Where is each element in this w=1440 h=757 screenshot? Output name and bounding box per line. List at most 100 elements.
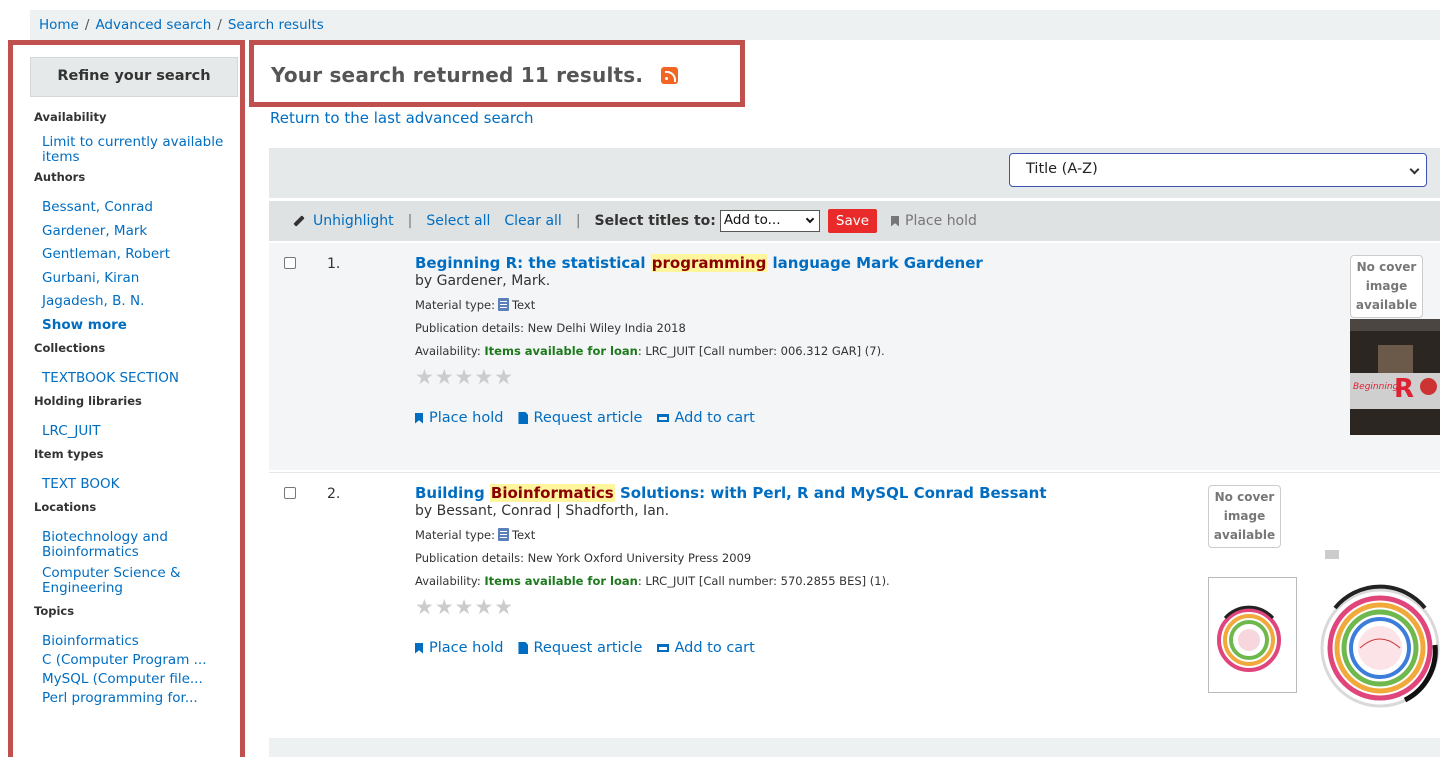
cover-title-letter: R bbox=[1394, 374, 1415, 404]
facet-item[interactable]: Bioinformatics bbox=[42, 633, 238, 649]
material-type-label: Material type: bbox=[415, 298, 495, 312]
book-cover-thumbnail[interactable] bbox=[1208, 577, 1297, 693]
file-icon bbox=[518, 412, 529, 424]
no-cover-placeholder: No cover image available bbox=[1350, 255, 1423, 318]
refine-heading: Refine your search bbox=[30, 57, 238, 97]
facet-title-locations: Locations bbox=[34, 499, 97, 514]
facet-list-holding-libraries: LRC_JUIT bbox=[42, 423, 238, 439]
add-to-cart-label: Add to cart bbox=[674, 410, 755, 426]
availability-detail: : LRC_JUIT [Call number: 570.2855 BES] (… bbox=[637, 574, 890, 588]
chevron-down-icon bbox=[805, 214, 815, 224]
results-toolbar: Unhighlight | Select all Clear all | Sel… bbox=[269, 201, 1440, 241]
availability-label: Availability: bbox=[415, 344, 481, 358]
availability-status: Items available for loan bbox=[484, 574, 638, 588]
cover-graphic bbox=[1320, 550, 1440, 708]
facet-item[interactable]: Perl programming for... bbox=[42, 690, 238, 706]
bookmark-icon bbox=[891, 215, 900, 227]
facet-title-item-types: Item types bbox=[34, 446, 104, 461]
cover-graphic bbox=[1217, 605, 1281, 672]
facet-item[interactable]: Gurbani, Kiran bbox=[42, 270, 238, 286]
cover-graphic bbox=[1378, 345, 1413, 375]
book-cover-image[interactable]: Beginning R bbox=[1350, 319, 1440, 435]
sort-bar: Title (A-Z) bbox=[269, 148, 1440, 198]
facet-item[interactable]: LRC_JUIT bbox=[42, 423, 238, 439]
select-titles-label: Select titles to: bbox=[594, 213, 716, 229]
facet-item[interactable]: TEXT BOOK bbox=[42, 476, 238, 492]
availability-label: Availability: bbox=[415, 574, 481, 588]
sort-select[interactable]: Title (A-Z) bbox=[1009, 153, 1427, 187]
add-to-cart-link[interactable]: Add to cart bbox=[657, 410, 755, 426]
cover-title-small: Beginning bbox=[1353, 382, 1399, 392]
show-more-link[interactable]: Show more bbox=[42, 317, 238, 333]
unhighlight-button[interactable]: Unhighlight bbox=[293, 213, 394, 229]
add-to-cart-link[interactable]: Add to cart bbox=[657, 640, 755, 656]
facet-title-collections: Collections bbox=[34, 340, 106, 355]
result-body: Beginning R: the statistical programming… bbox=[415, 254, 1195, 426]
facet-item[interactable]: Limit to currently available items bbox=[42, 135, 224, 165]
cover-graphic bbox=[1350, 319, 1440, 331]
place-hold-label: Place hold bbox=[429, 640, 504, 656]
facet-item[interactable]: TEXTBOOK SECTION bbox=[42, 370, 238, 386]
facet-list-item-types: TEXT BOOK bbox=[42, 476, 238, 492]
star-rating[interactable]: ★★★★★ bbox=[415, 365, 1195, 389]
result-authors: by Gardener, Mark. bbox=[415, 273, 551, 289]
result-row: 2. Building Bioinformatics Solutions: wi… bbox=[269, 472, 1440, 738]
place-hold-link[interactable]: Place hold bbox=[415, 410, 503, 426]
rss-icon[interactable] bbox=[661, 66, 679, 84]
facet-item[interactable]: Computer Science & Engineering bbox=[42, 565, 188, 596]
select-all-link[interactable]: Select all bbox=[426, 213, 490, 229]
result-title-link[interactable]: Building Bioinformatics Solutions: with … bbox=[415, 484, 1195, 502]
cover-band: Beginning R bbox=[1350, 373, 1440, 409]
cover-badge bbox=[1420, 378, 1437, 395]
facet-item[interactable]: Gentleman, Robert bbox=[42, 247, 238, 262]
facet-list-collections: TEXTBOOK SECTION bbox=[42, 370, 238, 386]
result-title-part: Beginning R: the statistical bbox=[415, 254, 651, 272]
facet-item[interactable]: Bessant, Conrad bbox=[42, 200, 238, 215]
result-checkbox[interactable] bbox=[284, 487, 296, 499]
facet-list-availability: Limit to currently available items bbox=[42, 135, 238, 165]
request-article-link[interactable]: Request article bbox=[518, 640, 642, 656]
toolbar-place-hold-label: Place hold bbox=[905, 213, 977, 229]
search-term-highlight: Bioinformatics bbox=[489, 484, 615, 502]
clear-all-link[interactable]: Clear all bbox=[504, 213, 561, 229]
facet-title-authors: Authors bbox=[34, 170, 86, 184]
no-cover-placeholder: No cover image available bbox=[1208, 485, 1281, 548]
divider: | bbox=[575, 213, 581, 229]
breadcrumb-separator: / bbox=[217, 17, 222, 33]
breadcrumb-search-results[interactable]: Search results bbox=[228, 17, 324, 33]
facet-item[interactable]: C (Computer Program ... bbox=[42, 652, 238, 668]
breadcrumb: Home / Advanced search / Search results bbox=[30, 10, 1440, 40]
breadcrumb-home[interactable]: Home bbox=[39, 17, 79, 33]
book-cover-image[interactable] bbox=[1315, 550, 1440, 720]
facet-title-availability: Availability bbox=[34, 110, 107, 124]
facet-item[interactable]: Biotechnology and Bioinformatics bbox=[42, 529, 228, 560]
cart-icon bbox=[657, 414, 670, 422]
result-number: 1. bbox=[327, 256, 341, 272]
material-type-value: Text bbox=[511, 298, 536, 312]
breadcrumb-advanced-search[interactable]: Advanced search bbox=[95, 17, 211, 33]
availability: Availability: Items available for loan: … bbox=[415, 574, 1195, 588]
material-type-value: Text bbox=[511, 528, 536, 542]
result-number: 2. bbox=[327, 486, 341, 502]
place-hold-link[interactable]: Place hold bbox=[415, 640, 503, 656]
facet-item[interactable]: MySQL (Computer file... bbox=[42, 671, 238, 687]
pencil-icon bbox=[293, 215, 305, 227]
add-to-select[interactable]: Add to... bbox=[719, 210, 820, 232]
request-article-label: Request article bbox=[533, 640, 643, 656]
star-rating[interactable]: ★★★★★ bbox=[415, 595, 1195, 619]
publication-details: Publication details: New York Oxford Uni… bbox=[415, 551, 1195, 565]
facet-item[interactable]: Gardener, Mark bbox=[42, 223, 238, 239]
add-to-cart-label: Add to cart bbox=[674, 640, 755, 656]
material-type: Material type: Text bbox=[415, 298, 1195, 312]
save-button[interactable]: Save bbox=[827, 209, 878, 233]
divider: | bbox=[407, 213, 413, 229]
request-article-link[interactable]: Request article bbox=[518, 410, 642, 426]
file-icon bbox=[518, 642, 529, 654]
cart-icon bbox=[657, 644, 670, 652]
result-checkbox[interactable] bbox=[284, 257, 296, 269]
result-title-link[interactable]: Beginning R: the statistical programming… bbox=[415, 254, 1195, 272]
facet-item[interactable]: Jagadesh, B. N. bbox=[42, 294, 238, 309]
toolbar-place-hold-button[interactable]: Place hold bbox=[891, 213, 977, 229]
return-advanced-search-link[interactable]: Return to the last advanced search bbox=[270, 109, 533, 127]
publication-details: Publication details: New Delhi Wiley Ind… bbox=[415, 321, 1195, 335]
